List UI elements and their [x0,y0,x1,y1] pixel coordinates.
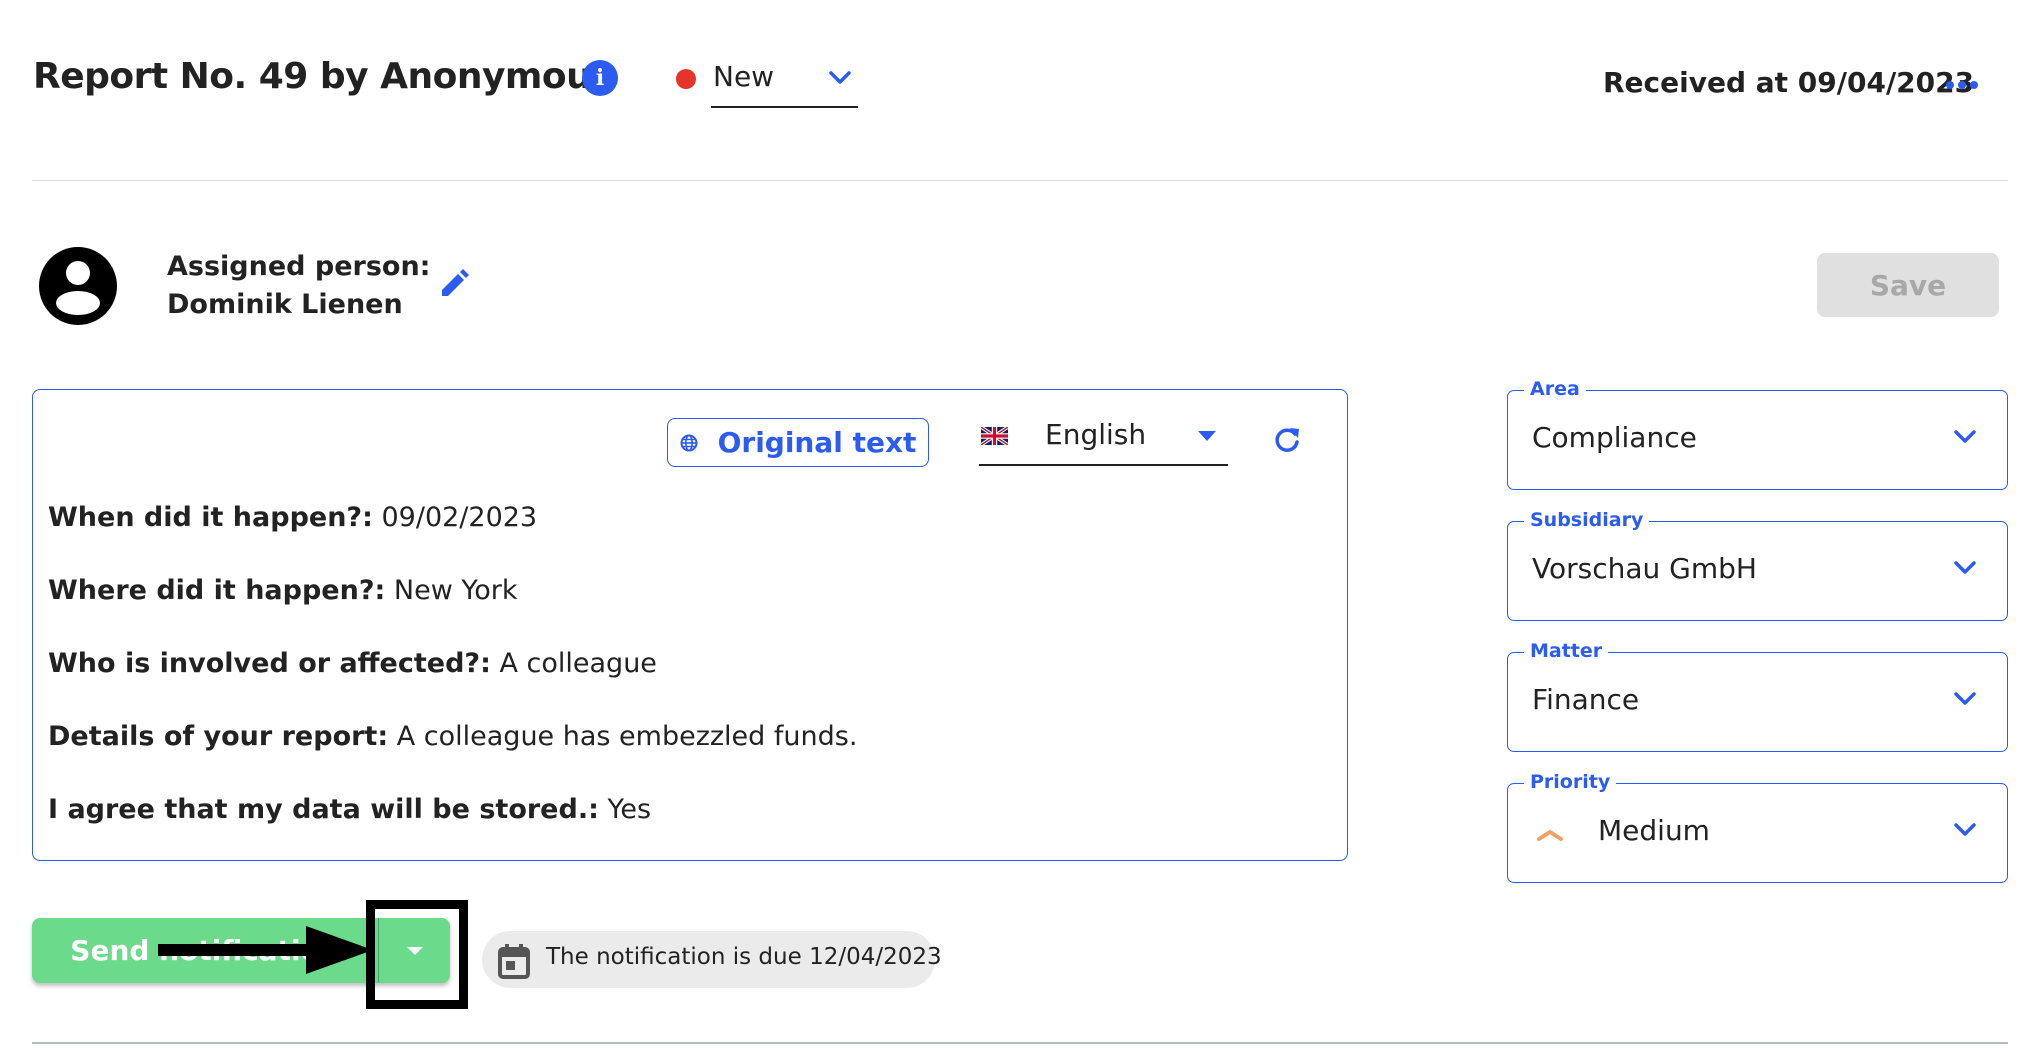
chevron-down-icon [1954,692,1976,705]
priority-select[interactable]: Priority Medium [1507,770,2008,883]
annotation-highlight-box [366,900,468,1009]
matter-value: Finance [1532,683,1640,716]
chevron-down-icon [1954,561,1976,574]
field-label: When did it happen?: [48,502,373,533]
caret-down-icon [1198,431,1216,441]
uk-flag-icon [981,427,1008,445]
area-label: Area [1524,377,1586,401]
field-value: A colleague has embezzled funds. [388,721,858,752]
assigned-person-name: Dominik Lienen [167,289,403,320]
report-field: Details of your report: A colleague has … [48,719,857,755]
report-field: Who is involved or affected?: A colleagu… [48,646,657,682]
field-label: Who is involved or affected?: [48,648,491,679]
more-options-icon[interactable] [1946,78,1978,92]
report-field: When did it happen?: 09/02/2023 [48,500,537,536]
field-label: I agree that my data will be stored.: [48,794,599,825]
save-button[interactable]: Save [1817,253,1999,317]
bottom-divider [32,1042,2008,1044]
refresh-icon[interactable] [1272,425,1302,455]
received-date: Received at 09/04/2023 [1603,66,1975,99]
subsidiary-select[interactable]: Subsidiary Vorschau GmbH [1507,508,2008,621]
subsidiary-value: Vorschau GmbH [1532,552,1757,585]
notification-due-chip: The notification is due 12/04/2023 [482,931,942,988]
field-value: New York [385,575,518,606]
field-label: Details of your report: [48,721,389,752]
due-date-text: The notification is due 12/04/2023 [546,944,942,970]
annotation-arrow-icon [158,926,373,974]
matter-select[interactable]: Matter Finance [1507,639,2008,752]
chevron-down-icon [1954,823,1976,836]
chevron-down-icon [829,71,851,84]
status-indicator-dot [676,69,696,89]
language-select[interactable]: English [979,418,1228,466]
language-value: English [1045,418,1147,451]
original-text-button[interactable]: Original text [667,418,929,467]
priority-label: Priority [1524,770,1617,794]
info-icon[interactable]: i [582,60,618,96]
page-title: Report No. 49 by Anonymous [33,56,613,97]
area-value: Compliance [1532,421,1697,454]
avatar-icon [39,247,117,325]
field-value: 09/02/2023 [372,502,538,533]
report-field: I agree that my data will be stored.: Ye… [48,792,651,828]
field-value: A colleague [490,648,657,679]
header-divider [32,180,2008,181]
subsidiary-label: Subsidiary [1524,508,1650,532]
priority-medium-icon [1537,830,1563,841]
report-field: Where did it happen?: New York [48,573,518,609]
status-select[interactable]: New [711,58,858,108]
field-value: Yes [598,794,652,825]
matter-label: Matter [1524,639,1609,663]
chevron-down-icon [1954,430,1976,443]
calendar-icon [498,944,530,979]
original-text-label: Original text [717,426,917,459]
field-label: Where did it happen?: [48,575,386,606]
assigned-person-label: Assigned person: [167,251,431,282]
edit-pencil-icon[interactable] [438,268,470,300]
status-value: New [713,60,775,93]
priority-value: Medium [1598,814,1710,847]
area-select[interactable]: Area Compliance [1507,377,2008,490]
globe-icon [680,434,698,451]
